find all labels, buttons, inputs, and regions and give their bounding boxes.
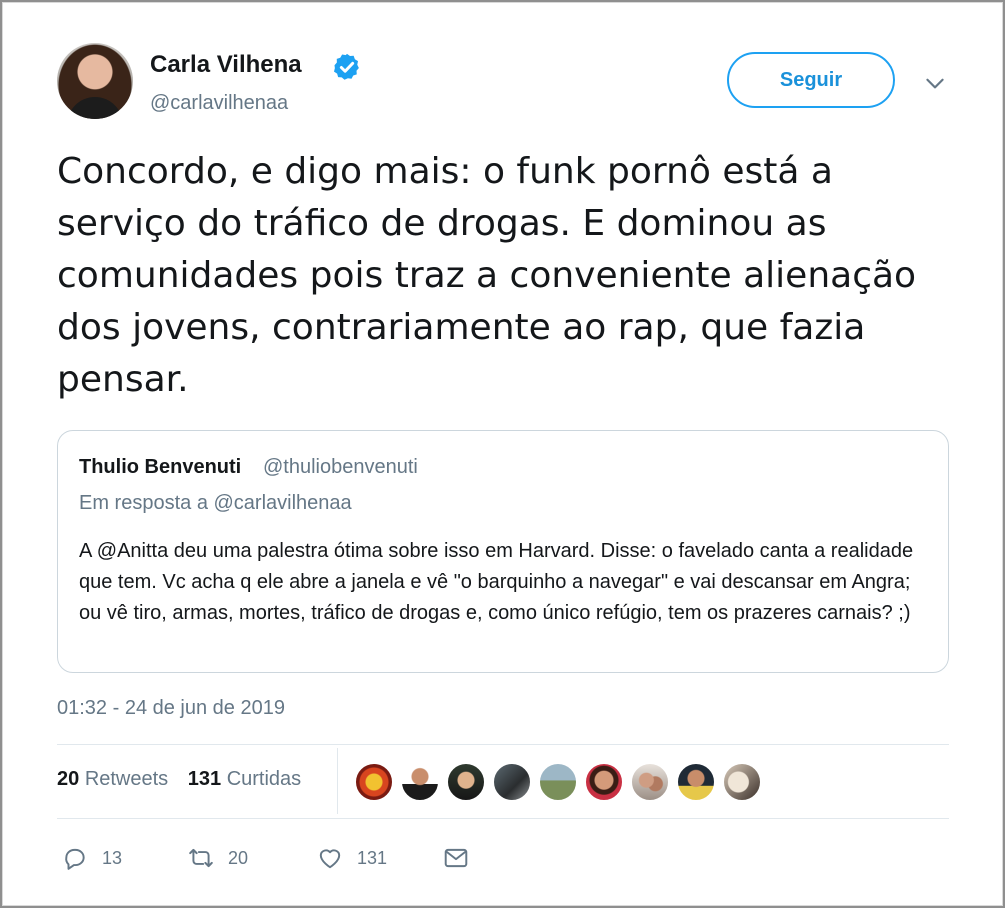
tweet-timestamp[interactable]: 01:32 - 24 de jun de 2019	[57, 697, 285, 720]
retweets-label[interactable]: Retweets	[85, 768, 168, 790]
quoted-tweet-card[interactable]: Thulio Benvenuti @thuliobenvenuti Em res…	[57, 430, 949, 673]
reply-button[interactable]: 13	[62, 843, 122, 873]
follow-button[interactable]: Seguir	[727, 52, 895, 108]
verified-badge-icon	[334, 53, 359, 80]
stats-separator	[337, 748, 338, 814]
retweets-count[interactable]: 20	[57, 768, 79, 790]
liker-avatar[interactable]	[401, 763, 439, 801]
reply-icon	[65, 848, 85, 870]
author-handle[interactable]: @carlavilhenaa	[150, 92, 288, 115]
quoted-reply-context: Em resposta a @carlavilhenaa	[79, 492, 352, 514]
divider	[57, 818, 949, 819]
likes-count[interactable]: 131	[188, 768, 221, 790]
liker-avatar[interactable]	[677, 763, 715, 801]
liker-avatar[interactable]	[447, 763, 485, 801]
liker-avatar[interactable]	[539, 763, 577, 801]
retweet-icon	[189, 848, 213, 868]
likes-label[interactable]: Curtidas	[227, 768, 301, 790]
author-name[interactable]: Carla Vilhena	[150, 51, 302, 79]
liker-avatar[interactable]	[631, 763, 669, 801]
heart-icon	[319, 849, 341, 869]
retweet-count: 20	[228, 847, 249, 868]
quoted-tweet-text: A @Anitta deu uma palestra ótima sobre i…	[79, 540, 914, 624]
chevron-down-icon[interactable]	[922, 70, 948, 96]
reply-count: 13	[102, 847, 123, 868]
like-button[interactable]: 131	[317, 843, 387, 873]
direct-message-button[interactable]	[443, 843, 483, 873]
envelope-icon	[444, 848, 468, 868]
divider	[57, 744, 949, 745]
quoted-author-name: Thulio Benvenuti	[79, 456, 242, 478]
quoted-author-handle: @thuliobenvenuti	[263, 456, 418, 478]
liker-avatar[interactable]	[585, 763, 623, 801]
liker-avatar[interactable]	[723, 763, 761, 801]
tweet-text: Concordo, e digo mais: o funk pornô está…	[57, 151, 917, 400]
like-count: 131	[357, 847, 388, 868]
tweet-stats: 20 Retweets 131 Curtidas	[57, 768, 301, 791]
retweet-button[interactable]: 20	[188, 843, 248, 873]
liker-avatar[interactable]	[355, 763, 393, 801]
author-avatar[interactable]	[57, 43, 133, 119]
liker-avatar[interactable]	[493, 763, 531, 801]
